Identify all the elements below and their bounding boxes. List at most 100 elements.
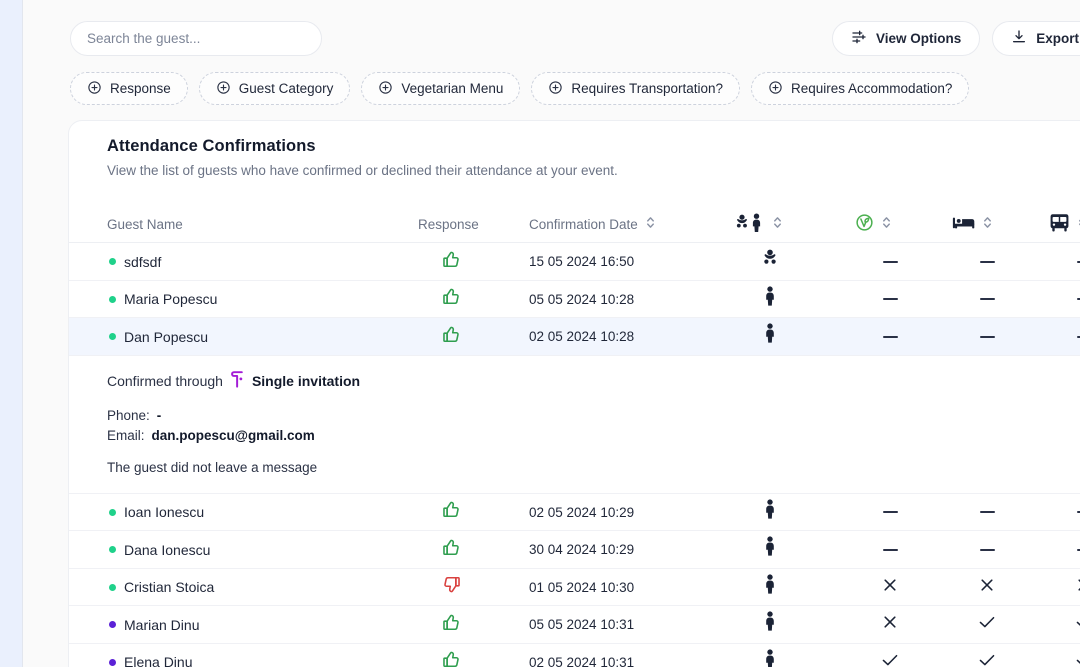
dash-mark (1076, 260, 1080, 263)
accommodation-cell (952, 318, 1022, 356)
guest-message: The guest did not leave a message (107, 459, 318, 475)
status-dot-cell (109, 569, 116, 607)
dash-mark (979, 511, 995, 514)
vegetarian-menu-cell (855, 318, 925, 356)
column-header-accommodation[interactable] (952, 205, 993, 243)
filter-chip-vegetarian-menu[interactable]: Vegetarian Menu (361, 72, 521, 105)
filter-chip-guest-category[interactable]: Guest Category (198, 72, 351, 105)
status-dot-cell (109, 318, 116, 356)
status-dot (109, 295, 116, 303)
toolbar: View Options Export (23, 0, 1080, 68)
dash-mark (882, 260, 898, 263)
sort-chevron-icon[interactable] (881, 215, 892, 233)
column-header-response[interactable]: Response (418, 205, 479, 243)
status-dot (109, 621, 116, 629)
guest-name-cell: Ioan Ionescu (124, 504, 205, 521)
dash-mark (882, 335, 898, 338)
table-row[interactable]: Maria Popescu 05 05 2024 10:28 (69, 281, 1080, 319)
transportation-cell (1049, 243, 1080, 281)
vegetarian-menu-cell (855, 531, 925, 569)
filter-chip-requires-transportation[interactable]: Requires Transportation? (531, 72, 741, 105)
filter-chip-label: Requires Transportation? (571, 81, 724, 96)
filter-chip-label: Vegetarian Menu (401, 81, 504, 96)
plus-circle-icon (87, 80, 102, 98)
pin-icon (230, 370, 245, 392)
left-accent-rail (0, 0, 22, 667)
status-dot (109, 583, 116, 591)
adult-icon (762, 611, 778, 638)
sort-chevron-icon[interactable] (645, 215, 656, 233)
accommodation-cell (952, 494, 1022, 532)
plus-circle-icon (378, 80, 393, 98)
transportation-cell (1049, 318, 1080, 356)
response-cell[interactable] (418, 494, 488, 532)
view-options-button[interactable]: View Options (831, 21, 981, 56)
invitation-type: Single invitation (251, 372, 361, 389)
thumb-up-icon[interactable] (441, 612, 462, 638)
transportation-cell (1049, 606, 1080, 644)
export-button[interactable]: Export (992, 21, 1080, 56)
guest-detail-panel: Confirmed through Single invitation Phon… (69, 355, 1080, 494)
plus-circle-icon (216, 80, 231, 98)
status-dot (109, 333, 116, 341)
sort-chevron-icon[interactable] (982, 215, 993, 233)
response-cell[interactable] (418, 644, 488, 667)
column-header-guest-category[interactable] (735, 205, 783, 243)
toolbar-actions: View Options Export (831, 21, 1080, 56)
confirmation-date-cell: 02 05 2024 10:31 (529, 654, 635, 667)
guest-name-cell: Dan Popescu (124, 328, 209, 345)
dash-mark (979, 260, 995, 263)
accommodation-cell (952, 531, 1022, 569)
confirmed-through-line: Confirmed through Single invitation (107, 370, 1080, 392)
response-cell[interactable] (418, 281, 488, 319)
table-row[interactable]: Elena Dinu 02 05 2024 10:31 (69, 644, 1080, 667)
status-dot-cell (109, 494, 116, 532)
thumb-up-icon[interactable] (441, 499, 462, 525)
thumb-up-icon[interactable] (441, 286, 462, 312)
dash-mark (882, 548, 898, 551)
response-cell[interactable] (418, 569, 488, 607)
card-subtitle: View the list of guests who have confirm… (107, 163, 618, 178)
column-header-confirmation-date[interactable]: Confirmation Date (529, 205, 656, 243)
dash-mark (882, 298, 898, 301)
status-dot (109, 658, 116, 666)
thumb-down-icon[interactable] (441, 574, 462, 600)
guest-name-cell: Dana Ionescu (124, 541, 211, 558)
sort-chevron-icon[interactable] (772, 215, 783, 233)
thumb-up-icon[interactable] (441, 324, 462, 350)
response-cell[interactable] (418, 531, 488, 569)
filter-chip-response[interactable]: Response (70, 72, 188, 105)
status-dot (109, 546, 116, 554)
guest-category-cell (735, 243, 805, 281)
bed-icon (952, 213, 975, 235)
table-row[interactable]: Ioan Ionescu 02 05 2024 10:29 (69, 494, 1080, 532)
thumb-up-icon[interactable] (441, 537, 462, 563)
check-icon (1075, 614, 1080, 635)
status-dot-cell (109, 531, 116, 569)
response-cell[interactable] (418, 606, 488, 644)
search-input[interactable] (87, 31, 305, 46)
table-row[interactable]: Marian Dinu 05 05 2024 10:31 (69, 606, 1080, 644)
guest-category-cell (735, 318, 805, 356)
response-cell[interactable] (418, 318, 488, 356)
column-header-guest-name[interactable]: Guest Name (107, 205, 183, 243)
confirmed-through-label: Confirmed through (107, 372, 223, 389)
sliders-icon (851, 29, 867, 48)
filter-chip-requires-accommodation[interactable]: Requires Accommodation? (751, 72, 970, 105)
column-header-vegetarian-menu[interactable] (855, 205, 892, 243)
thumb-up-icon[interactable] (441, 649, 462, 667)
transportation-cell (1049, 531, 1080, 569)
check-icon (881, 652, 899, 667)
table-row[interactable]: Dana Ionescu 30 04 2024 10:29 (69, 531, 1080, 569)
column-header-transportation[interactable] (1049, 205, 1080, 243)
search-box[interactable] (70, 21, 322, 56)
table-row[interactable]: sdfsdf 15 05 2024 16:50 (69, 243, 1080, 281)
table-row[interactable]: Cristian Stoica 01 05 2024 10:30 (69, 569, 1080, 607)
response-cell[interactable] (418, 243, 488, 281)
check-icon (978, 614, 996, 635)
thumb-up-icon[interactable] (441, 249, 462, 275)
vegan-icon (855, 213, 874, 235)
table-row[interactable]: Dan Popescu 02 05 2024 10:28 (69, 318, 1080, 356)
vegetarian-menu-cell (855, 606, 925, 644)
vegetarian-menu-cell (855, 644, 925, 667)
